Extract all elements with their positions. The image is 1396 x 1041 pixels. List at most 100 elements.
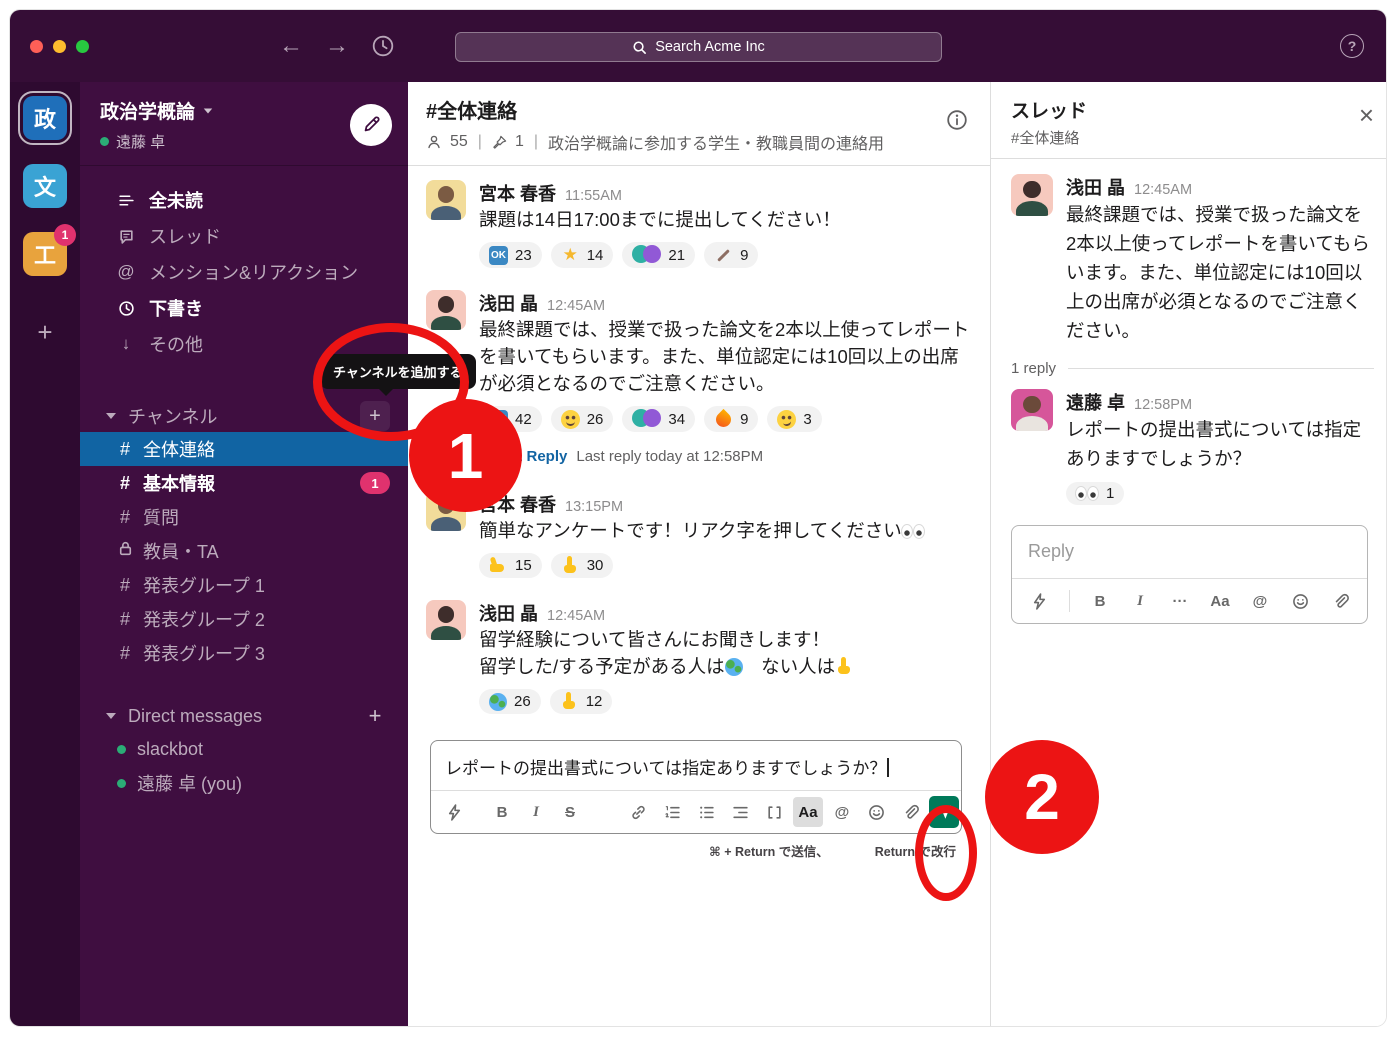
hash-icon: #: [117, 575, 133, 596]
sidebar-channel-7[interactable]: #発表グループ 3: [80, 636, 408, 670]
ordered-list-button[interactable]: [657, 797, 687, 827]
thread-reply-link-bar[interactable]: 1 Reply Last reply today at 12:58PM: [479, 443, 968, 469]
avatar[interactable]: [426, 180, 466, 220]
mention-button[interactable]: @: [827, 797, 857, 827]
send-button[interactable]: [929, 796, 959, 828]
bold-button[interactable]: B: [1085, 586, 1115, 616]
search-input[interactable]: Search Acme Inc: [455, 32, 942, 62]
message-header: 浅田 晶12:45AM: [479, 600, 968, 626]
sidebar-channel-1[interactable]: #全体連絡: [80, 432, 408, 466]
history-back-button[interactable]: ←: [279, 32, 303, 60]
sidebar-channel-5[interactable]: #発表グループ 1: [80, 568, 408, 602]
emoji-button[interactable]: [861, 797, 891, 827]
bolt-button[interactable]: [439, 797, 469, 827]
sidebar-item-mention[interactable]: @メンション&リアクション: [80, 254, 408, 290]
indent-list-button[interactable]: [725, 797, 755, 827]
reaction-smile[interactable]: 26: [551, 406, 614, 432]
last-reply-meta: Last reply today at 12:58PM: [576, 448, 763, 465]
pins-count[interactable]: 1: [515, 133, 524, 151]
add-workspace-button[interactable]: +: [27, 314, 63, 350]
sidebar-item-all-unread[interactable]: 全未読: [80, 182, 408, 218]
sidebar-channel-2[interactable]: #基本情報1: [80, 466, 408, 500]
close-thread-icon[interactable]: ×: [1359, 102, 1374, 128]
reaction-ok-duo[interactable]: 34: [622, 406, 695, 432]
bold-button[interactable]: B: [487, 797, 517, 827]
workspace-button-2[interactable]: 文: [23, 164, 67, 208]
reaction-ok-duo[interactable]: 21: [622, 242, 695, 268]
workspace-menu[interactable]: 政治学概論: [100, 97, 213, 124]
code-button[interactable]: [589, 797, 619, 827]
thread-reply-input[interactable]: Reply: [1012, 526, 1367, 578]
history-forward-button[interactable]: →: [325, 32, 349, 60]
italic-button[interactable]: I: [521, 797, 551, 827]
bolt-button[interactable]: [1024, 586, 1054, 616]
emoji-button[interactable]: [1285, 586, 1315, 616]
sidebar-channel-4[interactable]: 教員・TA: [80, 534, 408, 568]
avatar[interactable]: [426, 600, 466, 640]
message-author[interactable]: 浅田 晶: [479, 290, 538, 316]
message-author[interactable]: 遠藤 卓: [1066, 389, 1125, 415]
avatar[interactable]: [1011, 389, 1053, 431]
message-author[interactable]: 浅田 晶: [1066, 174, 1125, 200]
sidebar-item-drafts[interactable]: 下書き: [80, 290, 408, 326]
reply-count-link[interactable]: 1 Reply: [514, 448, 567, 465]
history-clock-icon[interactable]: [371, 34, 395, 58]
reaction-point[interactable]: 12: [550, 689, 613, 714]
bulleted-list-button[interactable]: [691, 797, 721, 827]
channel-title[interactable]: #全体連絡: [426, 95, 946, 124]
reaction-globe[interactable]: 26: [479, 689, 541, 714]
reaction-ok[interactable]: OK23: [479, 242, 542, 268]
avatar[interactable]: [1011, 174, 1053, 216]
reaction-pen[interactable]: 9: [704, 242, 758, 268]
mention-button[interactable]: @: [1245, 586, 1275, 616]
close-window-button[interactable]: [30, 40, 43, 53]
message-author[interactable]: 浅田 晶: [479, 600, 538, 626]
message-header: 宮本 春香13:15PM: [479, 491, 968, 517]
code-block-button[interactable]: [759, 797, 789, 827]
workspace-button-3[interactable]: 工1: [23, 232, 67, 276]
reaction-count: 9: [740, 247, 748, 264]
link-button[interactable]: [623, 797, 653, 827]
channels-section-header[interactable]: チャンネル +: [80, 400, 408, 432]
ellipsis-button[interactable]: ···: [1165, 586, 1195, 616]
new-message-button[interactable]: [350, 104, 392, 146]
strikethrough-button[interactable]: S: [555, 797, 585, 827]
maximize-window-button[interactable]: [76, 40, 89, 53]
reaction-point[interactable]: 30: [551, 553, 614, 578]
avatar[interactable]: [426, 290, 466, 330]
reaction-eyes[interactable]: 1: [1066, 482, 1124, 505]
format-button[interactable]: Aa: [793, 797, 823, 827]
add-dm-button[interactable]: +: [360, 701, 390, 731]
reaction-thumb[interactable]: 15: [479, 553, 542, 578]
attach-button[interactable]: [895, 797, 925, 827]
sidebar-channel-3[interactable]: #質問: [80, 500, 408, 534]
members-count[interactable]: 55: [450, 133, 468, 151]
minimize-window-button[interactable]: [53, 40, 66, 53]
dm-section-header[interactable]: Direct messages +: [80, 700, 408, 732]
thread-channel-name[interactable]: #全体連絡: [1011, 127, 1359, 148]
format-button[interactable]: Aa: [1205, 586, 1235, 616]
add-channel-button[interactable]: +: [360, 401, 390, 431]
help-icon[interactable]: ?: [1340, 34, 1364, 58]
channel-info-icon[interactable]: [946, 109, 968, 136]
attach-button[interactable]: [1325, 586, 1355, 616]
reaction-ok[interactable]: OK42: [479, 406, 542, 432]
send-icon: [935, 804, 953, 820]
reaction-sparkles[interactable]: ★14: [551, 242, 614, 268]
reaction-fire[interactable]: 9: [704, 406, 758, 432]
message-text: います。また、単位認定には10回以: [1066, 258, 1374, 287]
reaction-smirk[interactable]: 3: [767, 406, 821, 432]
message-author[interactable]: 宮本 春香: [479, 491, 556, 517]
workspace-button-1[interactable]: 政: [23, 96, 67, 140]
sidebar-dm-1[interactable]: slackbot: [80, 732, 408, 766]
sidebar-item-threads[interactable]: スレッド: [80, 218, 408, 254]
message-author[interactable]: 宮本 春香: [479, 180, 556, 206]
reaction-count: 14: [587, 247, 604, 264]
sidebar-dm-2[interactable]: 遠藤 卓 (you): [80, 766, 408, 800]
message-input[interactable]: レポートの提出書式については指定ありますでしょうか？: [431, 741, 961, 790]
sidebar-channel-6[interactable]: #発表グループ 2: [80, 602, 408, 636]
lock-icon: [117, 540, 133, 562]
avatar[interactable]: [426, 491, 466, 531]
italic-button[interactable]: I: [1125, 586, 1155, 616]
channel-topic[interactable]: 政治学概論に参加する学生・教職員間の連絡用: [548, 130, 884, 154]
